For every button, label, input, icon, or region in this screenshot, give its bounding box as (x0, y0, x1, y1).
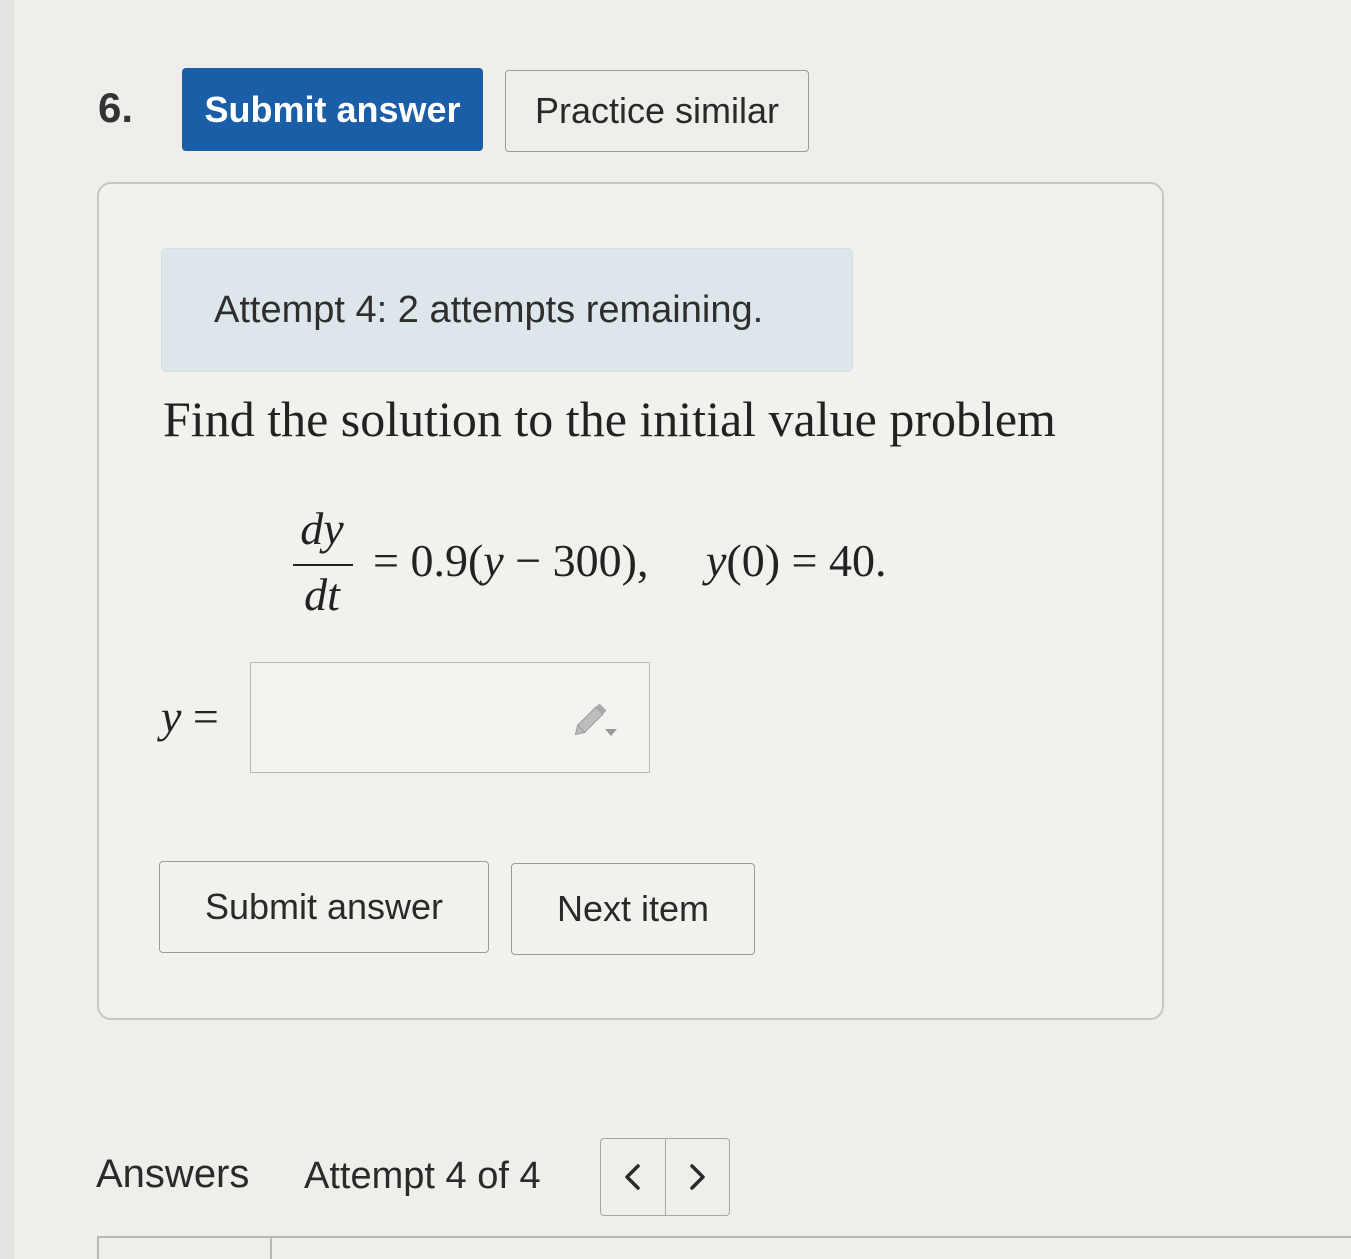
initial-condition-variable: y (705, 535, 727, 586)
attempt-pager (600, 1138, 730, 1216)
submit-answer-button[interactable]: Submit answer (159, 861, 489, 953)
answers-heading: Answers (96, 1152, 250, 1196)
answer-label-equals: = (181, 691, 219, 742)
derivative-fraction: dy dt (289, 502, 355, 622)
submit-answer-button-top[interactable]: Submit answer (182, 68, 483, 151)
fraction-numerator: dy (300, 503, 344, 554)
rhs-coefficient: 0.9( (410, 535, 484, 586)
answers-table-divider (270, 1236, 272, 1259)
initial-condition-tail: (0) = 40. (726, 535, 887, 586)
equals-sign: = (373, 535, 399, 586)
question-card: Attempt 4: 2 attempts remaining. Find th… (97, 182, 1164, 1020)
answer-input[interactable] (250, 662, 650, 773)
rhs-tail: − 300), (503, 535, 649, 586)
rhs-variable: y (483, 535, 504, 586)
equation-rhs: = 0.9(y − 300), y(0) = 40. (373, 534, 886, 587)
fraction-denominator: dt (304, 569, 340, 620)
page-edge (0, 0, 14, 1259)
previous-attempt-button[interactable] (601, 1139, 665, 1215)
practice-similar-button[interactable]: Practice similar (505, 70, 809, 152)
answer-label: y = (161, 690, 219, 743)
chevron-right-icon (690, 1164, 705, 1190)
answers-table (97, 1236, 1351, 1259)
attempt-notice: Attempt 4: 2 attempts remaining. (161, 248, 853, 372)
chevron-left-icon (625, 1164, 640, 1190)
attempt-counter: Attempt 4 of 4 (304, 1155, 541, 1197)
next-item-button[interactable]: Next item (511, 863, 755, 955)
next-attempt-button[interactable] (664, 1139, 730, 1215)
attempt-notice-text: Attempt 4: 2 attempts remaining. (214, 288, 764, 331)
answer-label-variable: y (161, 691, 182, 742)
question-prompt: Find the solution to the initial value p… (163, 391, 1056, 447)
question-number: 6. (98, 84, 134, 131)
fraction-bar (293, 564, 353, 566)
pencil-dropdown-icon[interactable] (571, 699, 623, 741)
